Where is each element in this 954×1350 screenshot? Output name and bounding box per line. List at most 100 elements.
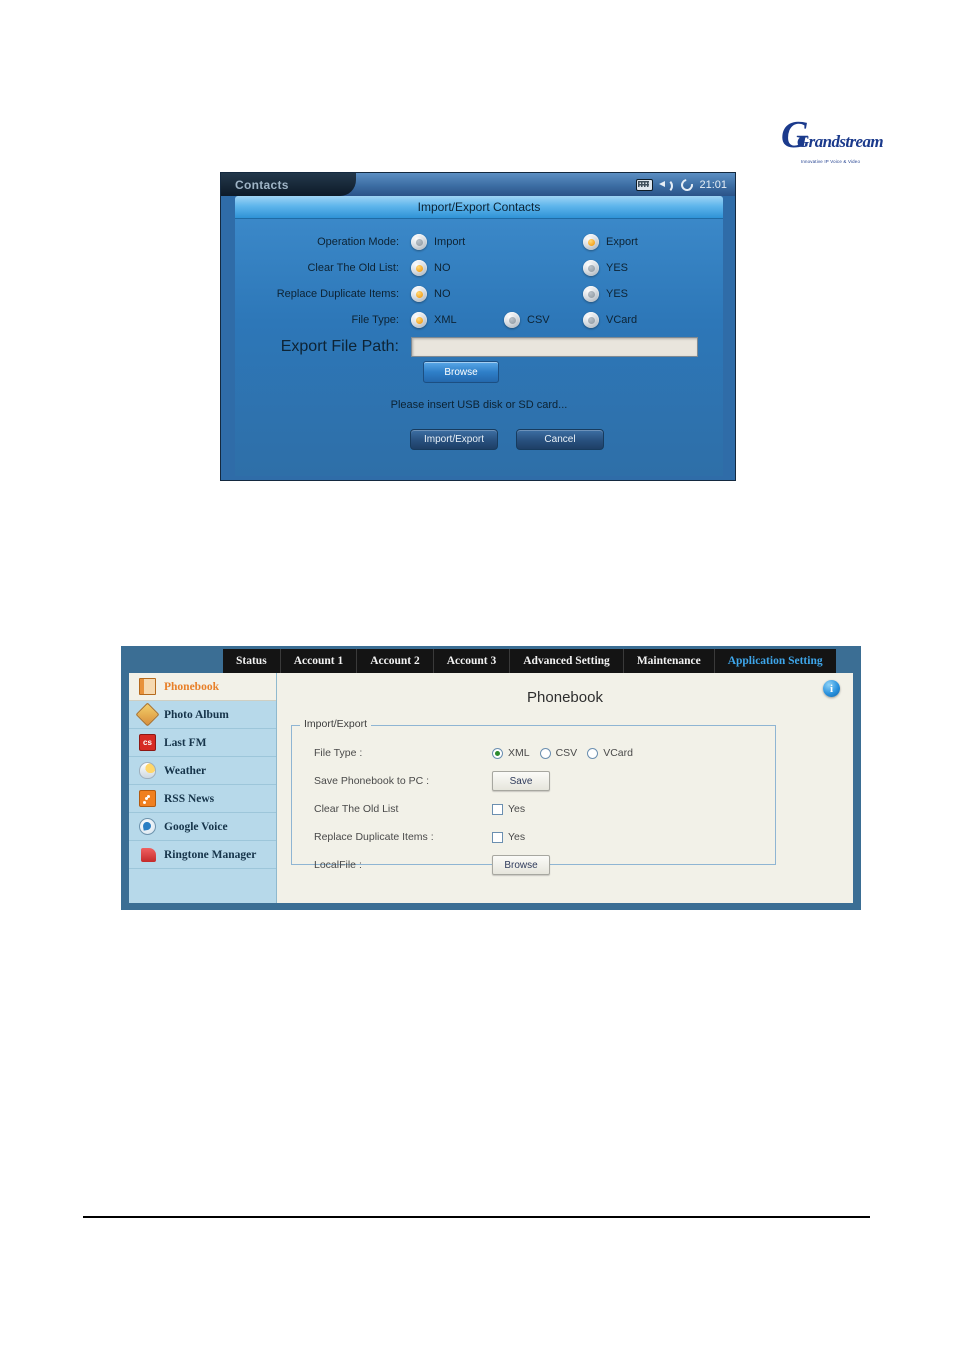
book-icon bbox=[139, 678, 156, 695]
web-label-local-file: LocalFile : bbox=[314, 859, 362, 871]
phone-status-hint: Please insert USB disk or SD card... bbox=[390, 399, 568, 411]
web-row-save-to-pc: Save Phonebook to PC : Save bbox=[292, 766, 775, 794]
cancel-button[interactable]: Cancel bbox=[516, 429, 604, 450]
web-radio-csv-indicator[interactable] bbox=[539, 747, 551, 759]
speaker-icon bbox=[659, 178, 675, 193]
web-radio-vcard-indicator[interactable] bbox=[587, 747, 599, 759]
web-radio-vcard[interactable]: VCard bbox=[587, 747, 633, 759]
radio-csv[interactable]: CSV bbox=[504, 312, 583, 328]
radio-csv-indicator[interactable] bbox=[504, 312, 520, 328]
phone-status-area: 21:01 bbox=[636, 173, 727, 196]
export-path-input[interactable] bbox=[411, 337, 698, 357]
ringtone-icon bbox=[141, 847, 156, 862]
sidebar-item-google-voice[interactable]: Google Voice bbox=[129, 813, 276, 841]
radio-replace-no-label: NO bbox=[434, 288, 451, 300]
tab-advanced-setting[interactable]: Advanced Setting bbox=[510, 649, 624, 673]
web-radio-csv[interactable]: CSV bbox=[539, 747, 578, 759]
local-file-browse-button[interactable]: Browse bbox=[492, 855, 550, 875]
import-export-fieldset: Import/Export File Type : XML CSV VCard … bbox=[291, 718, 776, 875]
webui-main-panel: i Phonebook Import/Export File Type : XM… bbox=[277, 673, 853, 903]
radio-vcard-label: VCard bbox=[606, 314, 638, 326]
web-label-file-type: File Type : bbox=[314, 747, 363, 759]
tab-account-3[interactable]: Account 3 bbox=[433, 649, 511, 673]
sidebar-label-google-voice: Google Voice bbox=[164, 820, 228, 833]
radio-export-indicator[interactable] bbox=[583, 234, 599, 250]
web-radio-xml[interactable]: XML bbox=[492, 747, 530, 759]
photo-icon bbox=[135, 702, 160, 727]
radio-clear-yes-label: YES bbox=[606, 262, 629, 274]
web-row-replace-duplicates: Replace Duplicate Items : Yes bbox=[292, 822, 775, 850]
sidebar-item-last-fm[interactable]: cs Last FM bbox=[129, 729, 276, 757]
logo-wordmark: Grandstream bbox=[797, 132, 884, 151]
tab-maintenance[interactable]: Maintenance bbox=[623, 649, 715, 673]
rss-icon bbox=[139, 790, 156, 807]
radio-replace-no[interactable]: NO bbox=[411, 286, 583, 302]
sidebar-item-photo-album[interactable]: Photo Album bbox=[129, 701, 276, 729]
form-row-clear-old-list: Clear The Old List: NO YES bbox=[235, 255, 723, 281]
sidebar-label-photo-album: Photo Album bbox=[164, 708, 229, 721]
save-button[interactable]: Save bbox=[492, 771, 550, 791]
label-operation-mode: Operation Mode: bbox=[317, 236, 399, 248]
radio-clear-yes[interactable]: YES bbox=[583, 260, 628, 276]
sidebar-item-ringtone-manager[interactable]: Ringtone Manager bbox=[129, 841, 276, 869]
radio-xml-label: XML bbox=[434, 314, 457, 326]
tab-account-2[interactable]: Account 2 bbox=[357, 649, 434, 673]
import-export-button[interactable]: Import/Export bbox=[410, 429, 498, 450]
radio-clear-no[interactable]: NO bbox=[411, 260, 583, 276]
sidebar-label-last-fm: Last FM bbox=[164, 736, 207, 749]
radio-replace-yes-indicator[interactable] bbox=[583, 286, 599, 302]
radio-clear-no-indicator[interactable] bbox=[411, 260, 427, 276]
form-row-replace-duplicates: Replace Duplicate Items: NO YES bbox=[235, 281, 723, 307]
radio-vcard[interactable]: VCard bbox=[583, 312, 637, 328]
tab-status[interactable]: Status bbox=[223, 649, 281, 673]
form-row-export-path: Export File Path: bbox=[235, 333, 723, 361]
grandstream-logo: G Grandstream Innovative IP Voice & Vide… bbox=[781, 112, 884, 164]
web-radio-csv-label: CSV bbox=[555, 747, 578, 759]
web-row-local-file: LocalFile : Browse bbox=[292, 850, 775, 878]
phone-clock: 21:01 bbox=[699, 178, 727, 191]
clear-old-list-checkbox[interactable]: Yes bbox=[492, 803, 525, 815]
clear-old-list-checkbox-label: Yes bbox=[508, 803, 526, 815]
weather-icon bbox=[139, 762, 156, 779]
web-radio-xml-indicator[interactable] bbox=[492, 747, 503, 759]
phone-title-bar: Contacts 21:01 bbox=[221, 173, 735, 196]
clear-old-list-checkbox-box[interactable] bbox=[492, 803, 503, 815]
radio-clear-no-label: NO bbox=[434, 262, 451, 274]
radio-csv-label: CSV bbox=[527, 314, 550, 326]
dialog-title: Import/Export Contacts bbox=[235, 196, 723, 219]
webui-screenshot: Status Account 1 Account 2 Account 3 Adv… bbox=[121, 646, 861, 910]
info-icon[interactable]: i bbox=[823, 680, 840, 697]
web-row-clear-old-list: Clear The Old List Yes bbox=[292, 794, 775, 822]
replace-duplicates-checkbox-box[interactable] bbox=[492, 831, 503, 843]
tab-application-setting[interactable]: Application Setting bbox=[714, 649, 836, 673]
radio-xml[interactable]: XML bbox=[411, 312, 504, 328]
phone-dialog-actions: Import/Export Cancel bbox=[235, 429, 723, 450]
sidebar-label-phonebook: Phonebook bbox=[164, 680, 219, 693]
form-row-file-type: File Type: XML CSV VCard bbox=[235, 307, 723, 333]
sidebar-item-weather[interactable]: Weather bbox=[129, 757, 276, 785]
radio-vcard-indicator[interactable] bbox=[583, 312, 599, 328]
webui-tab-bar: Status Account 1 Account 2 Account 3 Adv… bbox=[223, 649, 836, 673]
tab-account-1[interactable]: Account 1 bbox=[280, 649, 358, 673]
lastfm-icon: cs bbox=[139, 734, 156, 751]
sidebar-item-rss-news[interactable]: RSS News bbox=[129, 785, 276, 813]
sidebar-item-phonebook[interactable]: Phonebook bbox=[129, 673, 276, 701]
label-clear-old-list: Clear The Old List: bbox=[307, 262, 399, 274]
radio-replace-no-indicator[interactable] bbox=[411, 286, 427, 302]
radio-export[interactable]: Export bbox=[583, 234, 638, 250]
radio-replace-yes[interactable]: YES bbox=[583, 286, 628, 302]
radio-import[interactable]: Import bbox=[411, 234, 583, 250]
radio-clear-yes-indicator[interactable] bbox=[583, 260, 599, 276]
web-label-clear-old-list: Clear The Old List bbox=[314, 803, 399, 815]
label-file-type: File Type: bbox=[351, 314, 400, 326]
radio-import-indicator[interactable] bbox=[411, 234, 427, 250]
radio-replace-yes-label: YES bbox=[606, 288, 629, 300]
phone-app-tab[interactable]: Contacts bbox=[221, 173, 356, 196]
phone-browse-button[interactable]: Browse bbox=[423, 361, 499, 383]
logo-tagline: Innovative IP Voice & Video bbox=[800, 159, 861, 164]
replace-duplicates-checkbox[interactable]: Yes bbox=[492, 831, 525, 843]
fieldset-legend: Import/Export bbox=[300, 718, 372, 730]
sidebar-label-rss-news: RSS News bbox=[164, 792, 215, 805]
radio-xml-indicator[interactable] bbox=[411, 312, 427, 328]
web-row-file-type: File Type : XML CSV VCard bbox=[292, 738, 775, 766]
